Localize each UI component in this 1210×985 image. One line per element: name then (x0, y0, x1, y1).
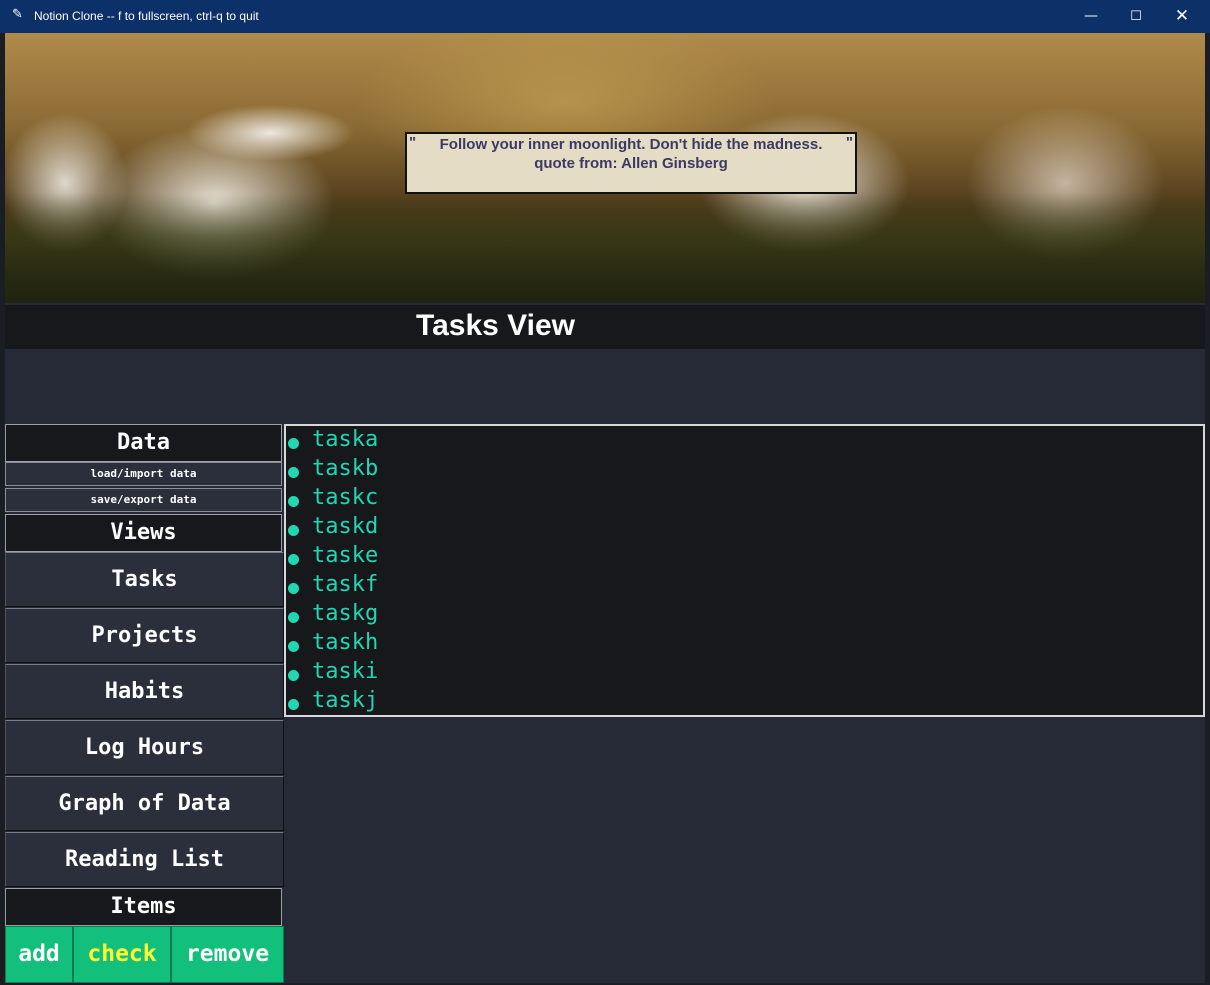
bullet-icon (288, 641, 299, 652)
nav-log-hours-button[interactable]: Log Hours (5, 720, 284, 775)
bullet-icon (288, 583, 299, 594)
bullet-icon (288, 554, 299, 565)
nav-graph-of-data-button[interactable]: Graph of Data (5, 776, 284, 831)
bullet-icon (288, 525, 299, 536)
bullet-icon (288, 467, 299, 478)
task-list: taska taskb taskc taskd taske taskf task… (284, 424, 1205, 717)
view-header: Tasks View (5, 305, 1205, 349)
task-label: taskd (312, 514, 379, 539)
banner-grass-shade (5, 193, 1205, 303)
bullet-icon (288, 438, 299, 449)
task-label: taski (312, 659, 379, 684)
add-button[interactable]: add (5, 926, 73, 983)
bullet-icon (288, 670, 299, 681)
views-heading: Views (5, 514, 282, 552)
task-label: taskg (312, 601, 379, 626)
save-export-button[interactable]: save/export data (5, 488, 282, 512)
window-title: Notion Clone -- f to fullscreen, ctrl-q … (34, 9, 259, 23)
task-label: taska (312, 427, 379, 452)
task-label: taskc (312, 485, 379, 510)
quote-box: " " Follow your inner moonlight. Don't h… (405, 132, 857, 194)
maximize-button[interactable]: ☐ (1113, 0, 1159, 33)
quote-attribution: quote from: Allen Ginsberg (534, 155, 728, 172)
bullet-icon (288, 496, 299, 507)
load-import-button[interactable]: load/import data (5, 462, 282, 486)
task-label: taske (312, 543, 379, 568)
nav-reading-list-button[interactable]: Reading List (5, 832, 284, 887)
items-heading: Items (5, 888, 282, 926)
minimize-button[interactable]: — (1068, 0, 1114, 33)
close-button[interactable]: ✕ (1159, 0, 1205, 33)
task-label: taskf (312, 572, 379, 597)
bullet-icon (288, 612, 299, 623)
quote-text: Follow your inner moonlight. Don't hide … (439, 136, 823, 153)
check-button[interactable]: check (73, 926, 171, 983)
remove-button[interactable]: remove (171, 926, 284, 983)
data-heading: Data (5, 424, 282, 462)
flower-banner-image: " " Follow your inner moonlight. Don't h… (5, 33, 1205, 303)
bullet-icon (288, 699, 299, 710)
nav-habits-button[interactable]: Habits (5, 664, 284, 719)
nav-tasks-button[interactable]: Tasks (5, 552, 284, 607)
task-label: taskh (312, 630, 379, 655)
task-label: taskb (312, 456, 379, 481)
window-titlebar[interactable]: ✎ Notion Clone -- f to fullscreen, ctrl-… (0, 0, 1210, 33)
page-title: Tasks View (416, 309, 575, 342)
task-label: taskj (312, 688, 379, 713)
nav-projects-button[interactable]: Projects (5, 608, 284, 663)
app-feather-icon: ✎ (12, 7, 23, 22)
app-window: " " Follow your inner moonlight. Don't h… (5, 33, 1205, 983)
